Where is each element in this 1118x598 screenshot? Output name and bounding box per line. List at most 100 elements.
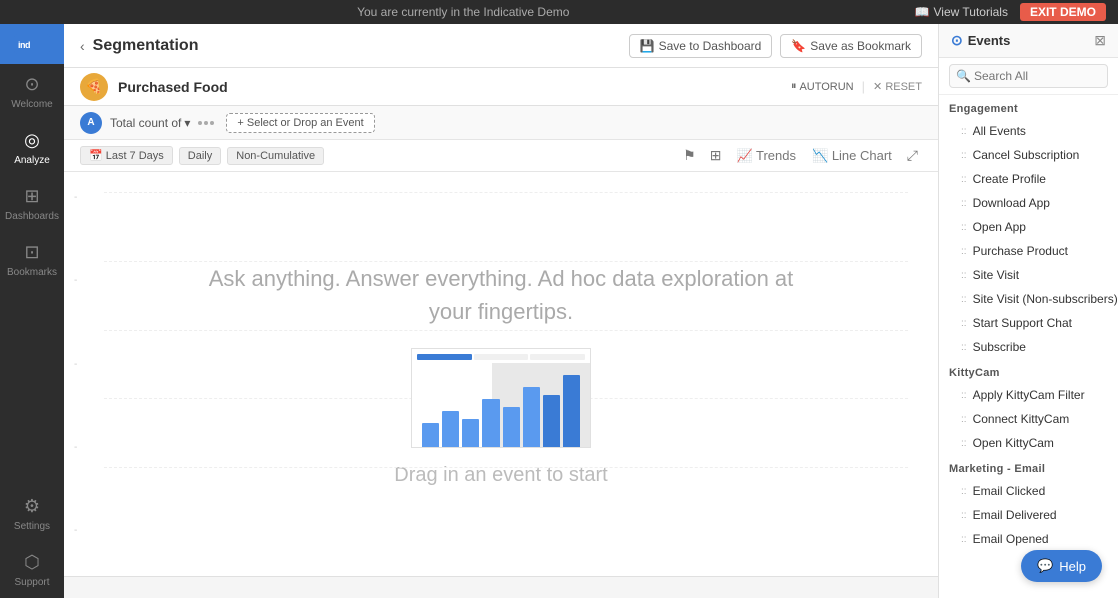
list-item[interactable]: ::Open KittyCam <box>939 431 1118 455</box>
list-item[interactable]: ::Start Support Chat <box>939 311 1118 335</box>
content-area: ‹ Segmentation 💾 Save to Dashboard 🔖 Sav… <box>64 24 938 598</box>
reset-button[interactable]: ✕ RESET <box>873 80 922 93</box>
trends-icon: 📈 <box>736 148 752 163</box>
drag-dots-icon: :: <box>961 486 967 497</box>
bookmark-icon: 🔖 <box>791 39 806 53</box>
drag-dots-icon: :: <box>961 198 967 209</box>
category-marketing-email: Marketing - Email <box>939 455 1118 479</box>
trends-button[interactable]: 📈 Trends <box>731 146 801 166</box>
cumulative-button[interactable]: Non-Cumulative <box>227 147 324 165</box>
drag-dots-icon: :: <box>961 390 967 401</box>
chart-preview-image <box>411 348 591 448</box>
list-item[interactable]: ::All Events <box>939 119 1118 143</box>
filter-label: Total count of ▾ <box>110 116 190 130</box>
list-item[interactable]: ::Open App <box>939 215 1118 239</box>
bookmarks-icon: ⊡ <box>24 242 39 263</box>
list-item[interactable]: ::Cancel Subscription <box>939 143 1118 167</box>
frequency-button[interactable]: Daily <box>179 147 221 165</box>
events-title: ⊙ Events <box>951 32 1010 49</box>
back-button[interactable]: ‹ <box>80 38 85 54</box>
category-kittycam: KittyCam <box>939 359 1118 383</box>
list-item[interactable]: ::Create Profile <box>939 167 1118 191</box>
sidebar-item-welcome[interactable]: ⊙ Welcome <box>0 64 64 120</box>
save-bookmark-button[interactable]: 🔖 Save as Bookmark <box>780 34 922 58</box>
list-item[interactable]: ::Email Delivered <box>939 503 1118 527</box>
list-item[interactable]: ::Email Opened <box>939 527 1118 551</box>
exit-demo-button[interactable]: EXIT DEMO <box>1020 3 1106 21</box>
chart-area: ----- Ask anything. Answer everything. A… <box>64 172 938 576</box>
drag-dots-icon: :: <box>961 318 967 329</box>
avatar: A <box>80 112 102 134</box>
drag-dots-icon: :: <box>961 510 967 521</box>
expand-icon-button[interactable]: ⤢ <box>903 145 922 166</box>
list-item[interactable]: ::Site Visit (Non-subscribers) <box>939 287 1118 311</box>
bottom-bar <box>64 576 938 598</box>
drag-dots-icon: :: <box>961 270 967 281</box>
sidebar-item-settings[interactable]: ⚙ Settings <box>14 486 50 542</box>
demo-message: You are currently in the Indicative Demo <box>357 5 569 19</box>
segment-icon: 🍕 <box>80 73 108 101</box>
list-item[interactable]: ::Subscribe <box>939 335 1118 359</box>
events-list: Engagement ::All Events ::Cancel Subscri… <box>939 95 1118 598</box>
drag-dots-icon: :: <box>961 246 967 257</box>
analyze-icon: ◎ <box>24 130 40 151</box>
events-panel: ⊙ Events ⊠ 🔍 Engagement ::All Events ::C… <box>938 24 1118 598</box>
dashboards-icon: ⊞ <box>24 186 39 207</box>
top-bar: You are currently in the Indicative Demo… <box>0 0 1118 24</box>
sidebar-item-analyze[interactable]: ◎ Analyze <box>0 120 64 176</box>
select-event-button[interactable]: + Select or Drop an Event <box>226 113 374 133</box>
svg-text:ind: ind <box>18 40 30 50</box>
drag-dots-icon: :: <box>961 414 967 425</box>
filter-row: A Total count of ▾ + Select or Drop an E… <box>64 106 938 140</box>
chevron-icon: ▾ <box>184 116 190 130</box>
chart-toolbar: 📅 Last 7 Days Daily Non-Cumulative ⚑ ⊞ 📈… <box>64 140 938 172</box>
line-chart-button[interactable]: 📉 Line Chart <box>807 146 897 166</box>
drag-dots-icon: :: <box>961 294 967 305</box>
page-header: ‹ Segmentation 💾 Save to Dashboard 🔖 Sav… <box>64 24 938 68</box>
help-button[interactable]: 💬 Help <box>1021 550 1102 582</box>
y-axis: ----- <box>74 192 77 536</box>
drag-dots-icon: :: <box>961 222 967 233</box>
flag-icon-button[interactable]: ⚑ <box>679 145 700 166</box>
drag-dots-icon: :: <box>961 534 967 545</box>
main-layout: ind ⊙ Welcome ◎ Analyze ⊞ Dashboards ⊡ B… <box>0 24 1118 598</box>
date-range-button[interactable]: 📅 Last 7 Days <box>80 146 173 165</box>
table-icon-button[interactable]: ⊞ <box>706 145 726 166</box>
list-item[interactable]: ::Purchase Product <box>939 239 1118 263</box>
drag-dots-icon: :: <box>961 150 967 161</box>
drag-dots-icon: :: <box>961 174 967 185</box>
segment-title: Purchased Food <box>118 79 228 95</box>
sidebar-item-bookmarks[interactable]: ⊡ Bookmarks <box>0 232 64 288</box>
segment-row: 🍕 Purchased Food ⏸ AUTORUN | ✕ RESET <box>64 68 938 106</box>
help-icon: 💬 <box>1037 558 1053 574</box>
view-tutorials-link[interactable]: 📖 View Tutorials <box>915 5 1008 19</box>
reset-icon: ✕ <box>873 81 882 93</box>
drag-dots-icon: :: <box>961 438 967 449</box>
sidebar-item-support[interactable]: ⬡ Support <box>14 542 50 598</box>
welcome-icon: ⊙ <box>24 74 39 95</box>
list-item[interactable]: ::Email Clicked <box>939 479 1118 503</box>
category-engagement: Engagement <box>939 95 1118 119</box>
line-chart-icon: 📉 <box>812 148 828 163</box>
logo: ind <box>0 24 64 64</box>
drag-text: Drag in an event to start <box>394 464 607 487</box>
drag-dots-icon: :: <box>961 342 967 353</box>
food-icon: 🍕 <box>85 78 102 95</box>
list-item[interactable]: ::Site Visit <box>939 263 1118 287</box>
autorun-icon: ⏸ <box>791 80 797 93</box>
save-dashboard-button[interactable]: 💾 Save to Dashboard <box>629 34 773 58</box>
list-item[interactable]: ::Connect KittyCam <box>939 407 1118 431</box>
filter-separator <box>198 121 214 125</box>
search-input[interactable] <box>949 64 1108 88</box>
list-item[interactable]: ::Apply KittyCam Filter <box>939 383 1118 407</box>
save-dashboard-icon: 💾 <box>640 39 655 53</box>
events-panel-header: ⊙ Events ⊠ <box>939 24 1118 58</box>
events-panel-close-button[interactable]: ⊠ <box>1094 32 1106 49</box>
events-panel-icon: ⊙ <box>951 32 963 49</box>
sidebar: ind ⊙ Welcome ◎ Analyze ⊞ Dashboards ⊡ B… <box>0 24 64 598</box>
autorun-button[interactable]: ⏸ AUTORUN <box>791 80 854 93</box>
list-item[interactable]: ::Download App <box>939 191 1118 215</box>
chart-placeholder-text: Ask anything. Answer everything. Ad hoc … <box>201 262 801 328</box>
page-title: Segmentation <box>93 37 199 55</box>
sidebar-item-dashboards[interactable]: ⊞ Dashboards <box>0 176 64 232</box>
